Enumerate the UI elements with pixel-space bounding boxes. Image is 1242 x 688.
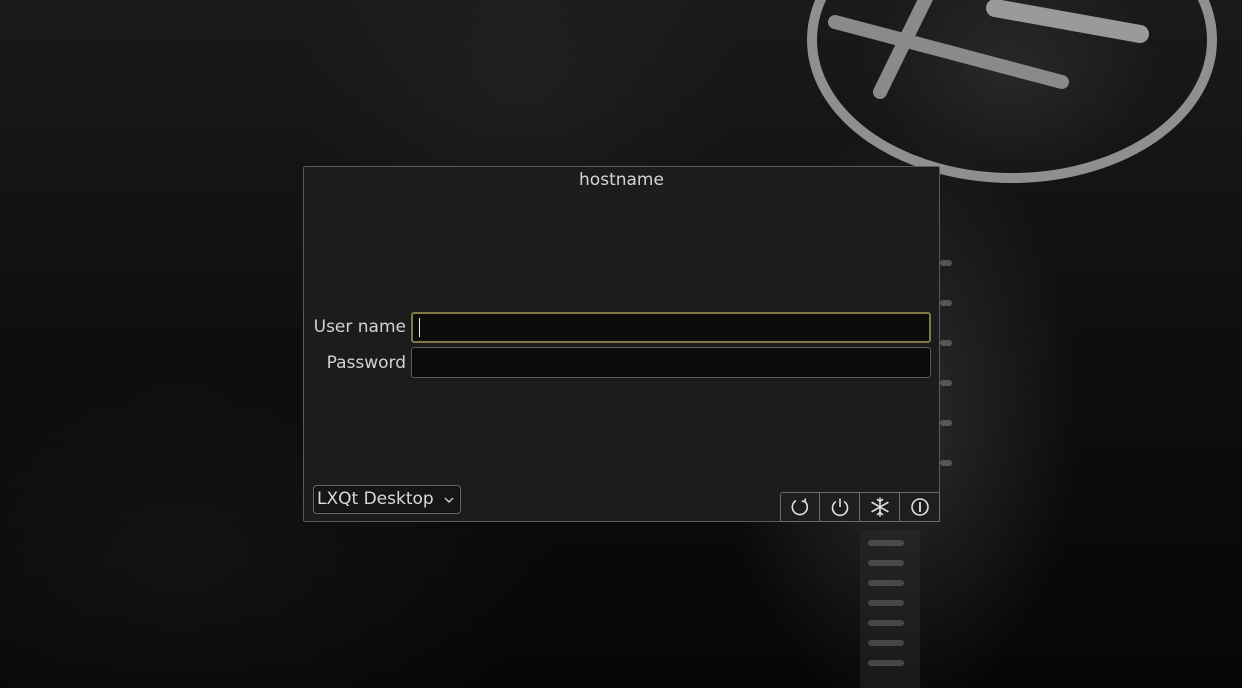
session-select-value: LXQt Desktop — [317, 489, 434, 509]
password-label: Password — [326, 353, 406, 373]
shutdown-button[interactable] — [820, 492, 860, 522]
chevron-down-icon — [444, 497, 454, 503]
suspend-button[interactable] — [860, 492, 900, 522]
reboot-icon — [791, 498, 809, 516]
hibernate-button[interactable] — [900, 492, 940, 522]
snowflake-icon — [870, 497, 889, 517]
login-dialog: hostname User name Password LXQt Desktop — [303, 166, 940, 522]
session-select[interactable]: LXQt Desktop — [313, 485, 461, 514]
reboot-button[interactable] — [780, 492, 820, 522]
hibernate-icon — [910, 498, 929, 516]
username-label: User name — [313, 317, 406, 337]
password-input[interactable] — [411, 347, 931, 378]
power-icon — [831, 498, 848, 517]
hostname-title: hostname — [579, 170, 664, 190]
text-caret — [419, 318, 420, 337]
power-action-bar — [780, 492, 940, 522]
username-input[interactable] — [411, 312, 931, 343]
